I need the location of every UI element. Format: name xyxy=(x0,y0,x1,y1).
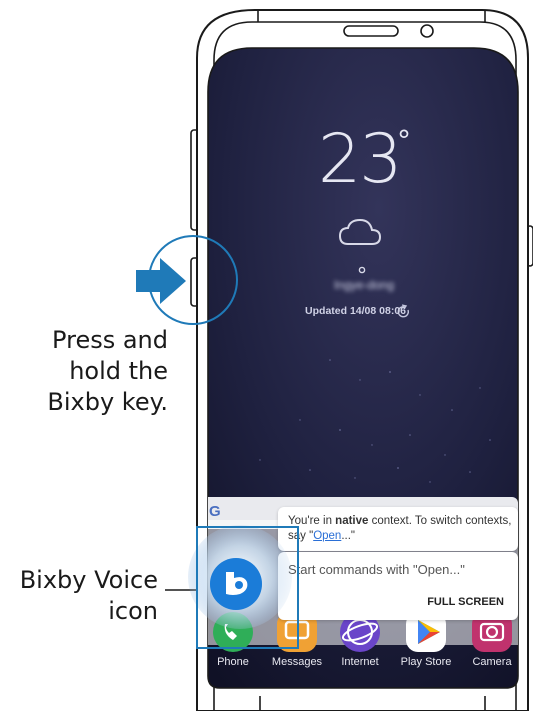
message-line2-suffix: ..." xyxy=(341,530,355,542)
open-link[interactable]: Open xyxy=(313,530,341,542)
google-logo: G xyxy=(209,503,221,520)
message-bold: native xyxy=(335,515,369,527)
dock-label-messages: Messages xyxy=(271,656,323,668)
message-suffix: context. To switch contexts, xyxy=(368,515,512,527)
degree-symbol: ° xyxy=(397,124,411,157)
callout-line: Bixby Voice xyxy=(19,566,158,594)
bixby-voice-overlay xyxy=(188,525,299,649)
temperature-value: 23 xyxy=(318,120,403,199)
bixby-message-line1: You're in native context. To switch cont… xyxy=(288,515,511,527)
bixby-prompt-card: Start commands with "Open..." FULL SCREE… xyxy=(278,552,518,620)
bixby-prompt-text: Start commands with "Open..." xyxy=(288,562,465,577)
dock-label-internet: Internet xyxy=(341,656,379,668)
dock-label-play-store: Play Store xyxy=(400,656,452,668)
full-screen-button[interactable]: FULL SCREEN xyxy=(427,596,504,608)
earpiece-speaker xyxy=(343,25,399,37)
dock-label-camera: Camera xyxy=(472,656,512,668)
callout-line: Bixby key. xyxy=(47,388,168,416)
front-camera xyxy=(420,24,434,38)
updated-timestamp: Updated 14/08 08:06 xyxy=(305,305,406,317)
callout-line: icon xyxy=(108,597,158,625)
callout-line: Press and xyxy=(52,326,168,354)
callout-voice-icon: Bixby Voice icon xyxy=(0,565,158,627)
bixby-message-card: You're in native context. To switch cont… xyxy=(278,507,518,551)
callout-bixby-key: Press and hold the Bixby key. xyxy=(10,325,168,418)
callout-line: hold the xyxy=(69,357,168,385)
arrow-pointer-icon xyxy=(136,258,186,304)
dock-label-phone: Phone xyxy=(217,656,249,668)
location-name: Ingye-dong xyxy=(333,278,395,292)
